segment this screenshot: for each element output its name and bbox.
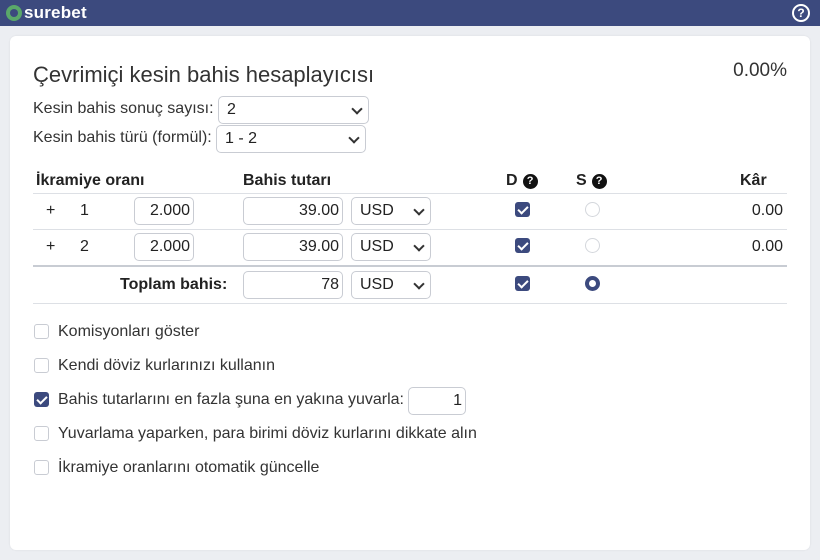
currency-value: USD: [360, 276, 394, 293]
stake-input[interactable]: 39.00: [243, 233, 343, 261]
formula-value: 1 - 2: [225, 130, 258, 147]
divider: [33, 265, 787, 267]
total-stake-input[interactable]: 78: [243, 271, 343, 299]
odds-header: İkramiye oranı: [36, 172, 145, 189]
s-radio[interactable]: [585, 276, 600, 291]
s-header: S?: [576, 172, 607, 190]
round-stakes-checkbox[interactable]: [34, 392, 49, 407]
question-circle-icon[interactable]: ?: [522, 174, 538, 189]
round-stakes-label[interactable]: Bahis tutarlarını en fazla şuna en yakın…: [58, 391, 404, 409]
currency-select[interactable]: USD: [351, 197, 431, 225]
logo-text: surebet: [24, 3, 87, 22]
total-stake-label: Toplam bahis:: [120, 276, 228, 293]
stake-input[interactable]: 39.00: [243, 197, 343, 225]
d-header: D?: [506, 172, 538, 190]
s-header-label: S: [576, 172, 587, 189]
d-header-label: D: [506, 172, 518, 189]
divider: [33, 229, 787, 230]
outcomes-select[interactable]: 2: [218, 96, 369, 124]
row-profit: 0.00: [751, 202, 783, 219]
round-value-input[interactable]: 1: [408, 387, 466, 415]
show-commissions-label[interactable]: Komisyonları göster: [58, 323, 199, 341]
chevron-down-icon: [351, 103, 363, 115]
own-rates-checkbox[interactable]: [34, 358, 49, 373]
currency-value: USD: [360, 238, 394, 255]
rounding-rates-label[interactable]: Yuvarlama yaparken, para birimi döviz ku…: [58, 425, 477, 443]
odds-input[interactable]: 2.000: [134, 233, 194, 261]
divider: [33, 303, 787, 304]
auto-update-odds-label[interactable]: İkramiye oranlarını otomatik güncelle: [58, 459, 319, 477]
rounding-rates-checkbox[interactable]: [34, 426, 49, 441]
own-rates-label[interactable]: Kendi döviz kurlarınızı kullanın: [58, 357, 275, 375]
add-row-button[interactable]: +: [46, 202, 55, 220]
currency-value: USD: [360, 202, 394, 219]
chevron-down-icon: [413, 278, 425, 290]
formula-select[interactable]: 1 - 2: [216, 125, 366, 153]
odds-input[interactable]: 2.000: [134, 197, 194, 225]
row-index: 2: [80, 238, 89, 255]
row-profit: 0.00: [751, 238, 783, 255]
page-title: Çevrimiçi kesin bahis hesaplayıcısı: [33, 62, 375, 87]
s-radio[interactable]: [585, 202, 600, 217]
chevron-down-icon: [413, 204, 425, 216]
row-index: 1: [80, 202, 89, 219]
s-radio[interactable]: [585, 238, 600, 253]
chevron-down-icon: [413, 240, 425, 252]
d-checkbox[interactable]: [515, 202, 530, 217]
add-row-button[interactable]: +: [46, 238, 55, 256]
total-currency-select[interactable]: USD: [351, 271, 431, 299]
d-checkbox[interactable]: [515, 276, 530, 291]
stake-header: Bahis tutarı: [243, 172, 332, 189]
show-commissions-checkbox[interactable]: [34, 324, 49, 339]
outcomes-value: 2: [227, 101, 236, 118]
currency-select[interactable]: USD: [351, 233, 431, 261]
question-circle-icon[interactable]: ?: [591, 174, 607, 189]
outcomes-label: Kesin bahis sonuç sayısı:: [33, 100, 214, 117]
formula-label: Kesin bahis türü (formül):: [33, 129, 212, 146]
divider: [33, 193, 787, 194]
auto-update-odds-checkbox[interactable]: [34, 460, 49, 475]
question-circle-icon[interactable]: ?: [792, 4, 810, 22]
surebet-logo-icon: [6, 5, 22, 21]
chevron-down-icon: [348, 132, 360, 144]
d-checkbox[interactable]: [515, 238, 530, 253]
profit-percentage: 0.00%: [733, 60, 787, 81]
profit-header: Kâr: [740, 172, 767, 189]
top-bar: surebet ?: [0, 0, 820, 26]
calculator-panel: Çevrimiçi kesin bahis hesaplayıcısı 0.00…: [10, 36, 810, 550]
surebet-logo[interactable]: surebet: [6, 2, 87, 24]
